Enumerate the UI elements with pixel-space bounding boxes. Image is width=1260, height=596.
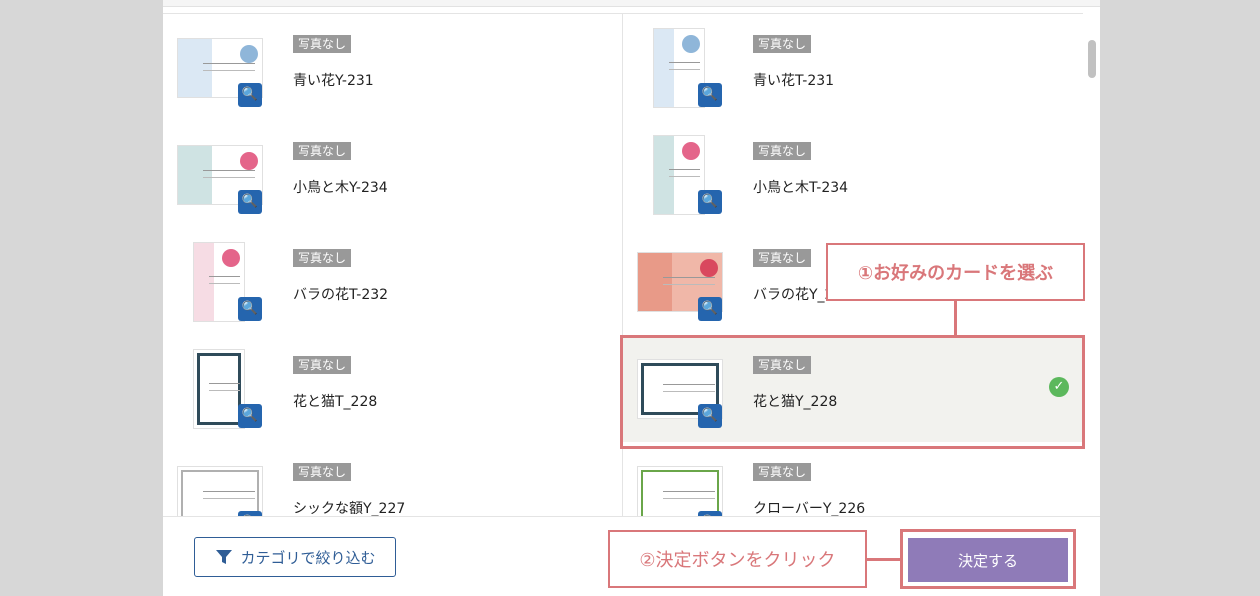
card-row: 🔍 写真なし 花と猫T_228 🔍 写真なし 花と猫Y_228 ✓ [163, 335, 1083, 443]
annotation-step1-label: ①お好みのカードを選ぶ [826, 243, 1085, 301]
card-name: 青い花T-231 [753, 73, 835, 89]
annotation-connector-2 [866, 558, 900, 561]
card-thumbnail [177, 466, 263, 516]
card-name: 小鳥と木Y-234 [293, 180, 388, 196]
no-photo-badge: 写真なし [293, 463, 352, 481]
no-photo-badge: 写真なし [293, 35, 352, 53]
no-photo-badge: 写真なし [293, 249, 352, 267]
no-photo-badge: 写真なし [753, 35, 812, 53]
card-name: 花と猫T_228 [293, 394, 378, 410]
category-filter-button[interactable]: カテゴリで絞り込む [194, 537, 396, 577]
no-photo-badge: 写真なし [753, 356, 812, 374]
category-filter-label: カテゴリで絞り込む [240, 549, 376, 567]
card-row: 🔍 写真なし 小鳥と木Y-234 🔍 写真なし 小鳥と木T-234 [163, 121, 1083, 229]
card-item[interactable]: 🔍 写真なし 青い花Y-231 [163, 14, 623, 122]
card-name: 小鳥と木T-234 [753, 180, 849, 196]
no-photo-badge: 写真なし [753, 249, 812, 267]
card-thumbnail [637, 466, 723, 516]
card-item[interactable]: 🔍 写真なし バラの花T-232 [163, 228, 623, 336]
card-item[interactable]: 🔍 写真なし クローバーY_226 [623, 442, 1083, 516]
card-item[interactable]: 🔍 写真なし シックな額Y_227 [163, 442, 623, 516]
zoom-icon[interactable]: 🔍 [238, 83, 262, 107]
annotation-step1-text: ①お好みのカードを選ぶ [857, 263, 1054, 284]
annotation-connector-1 [954, 301, 957, 335]
scrollbar-thumb[interactable] [1088, 40, 1096, 78]
card-name: 花と猫Y_228 [753, 394, 838, 410]
card-item-selected[interactable]: 🔍 写真なし 花と猫Y_228 ✓ [623, 335, 1083, 443]
zoom-icon[interactable]: 🔍 [238, 190, 262, 214]
card-item[interactable]: 🔍 写真なし 小鳥と木Y-234 [163, 121, 623, 229]
card-name: バラの花T-232 [293, 287, 389, 303]
card-row: 🔍 写真なし シックな額Y_227 🔍 写真なし クローバーY_226 [163, 442, 1083, 516]
card-item[interactable]: 🔍 写真なし 小鳥と木T-234 [623, 121, 1083, 229]
filter-icon [216, 550, 233, 564]
zoom-icon[interactable]: 🔍 [698, 404, 722, 428]
zoom-icon[interactable]: 🔍 [698, 83, 722, 107]
annotation-step2-text: ②決定ボタンをクリック [639, 550, 836, 571]
zoom-icon[interactable]: 🔍 [238, 404, 262, 428]
decide-label: 決定する [957, 552, 1018, 570]
annotation-step2-label: ②決定ボタンをクリック [608, 530, 867, 588]
no-photo-badge: 写真なし [293, 356, 352, 374]
card-name: シックな額Y_227 [293, 501, 406, 516]
zoom-icon[interactable]: 🔍 [698, 190, 722, 214]
card-item[interactable]: 🔍 写真なし 青い花T-231 [623, 14, 1083, 122]
card-row: 🔍 写真なし 青い花Y-231 🔍 写真なし 青い花T-231 [163, 14, 1083, 122]
card-name: 青い花Y-231 [293, 73, 374, 89]
zoom-icon[interactable]: 🔍 [698, 297, 722, 321]
decide-button[interactable]: 決定する [908, 538, 1068, 582]
no-photo-badge: 写真なし [753, 142, 812, 160]
no-photo-badge: 写真なし [293, 142, 352, 160]
scrollbar-track[interactable] [1083, 13, 1100, 516]
zoom-icon[interactable]: 🔍 [238, 297, 262, 321]
card-name: クローバーY_226 [753, 501, 866, 516]
no-photo-badge: 写真なし [753, 463, 812, 481]
check-icon: ✓ [1049, 377, 1069, 397]
top-strip [163, 0, 1100, 7]
card-item[interactable]: 🔍 写真なし 花と猫T_228 [163, 335, 623, 443]
